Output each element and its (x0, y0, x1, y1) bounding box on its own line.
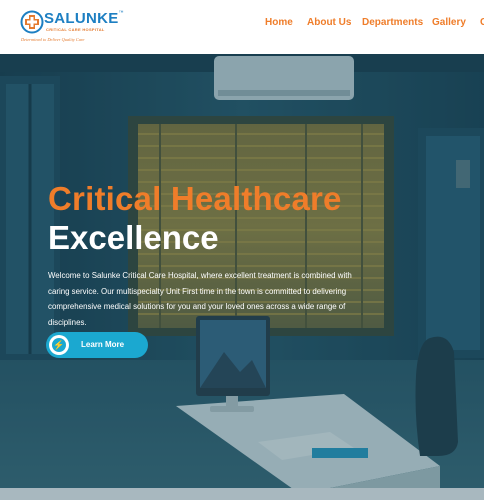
hero-title-line1: Critical Healthcare (48, 180, 342, 217)
nav-gallery[interactable]: Gallery (432, 17, 466, 28)
brand-subtitle: CRITICAL CARE HOSPITAL (46, 27, 105, 32)
hero-title-line2: Excellence (48, 219, 219, 256)
hero-description: Welcome to Salunke Critical Care Hospita… (48, 271, 352, 327)
site-header: SALUNKE™ CRITICAL CARE HOSPITAL Determin… (0, 0, 484, 54)
learn-more-button[interactable]: ⚡ Learn More (46, 332, 148, 358)
brand-name: SALUNKE™ (44, 10, 124, 27)
hero-banner: Critical Healthcare Excellence Welcome t… (0, 54, 484, 500)
nav-contact[interactable]: C (480, 17, 484, 28)
brand-tagline: Determined to Deliver Quality Care (21, 37, 85, 42)
nav-about-us[interactable]: About Us (307, 17, 351, 28)
learn-more-label: Learn More (81, 340, 125, 349)
nav-home[interactable]: Home (265, 17, 293, 28)
medical-cross-logo-icon (20, 10, 44, 34)
lightning-icon: ⚡ (49, 335, 69, 355)
hospital-logo[interactable]: SALUNKE™ CRITICAL CARE HOSPITAL Determin… (20, 8, 124, 44)
nav-departments[interactable]: Departments (362, 17, 423, 28)
